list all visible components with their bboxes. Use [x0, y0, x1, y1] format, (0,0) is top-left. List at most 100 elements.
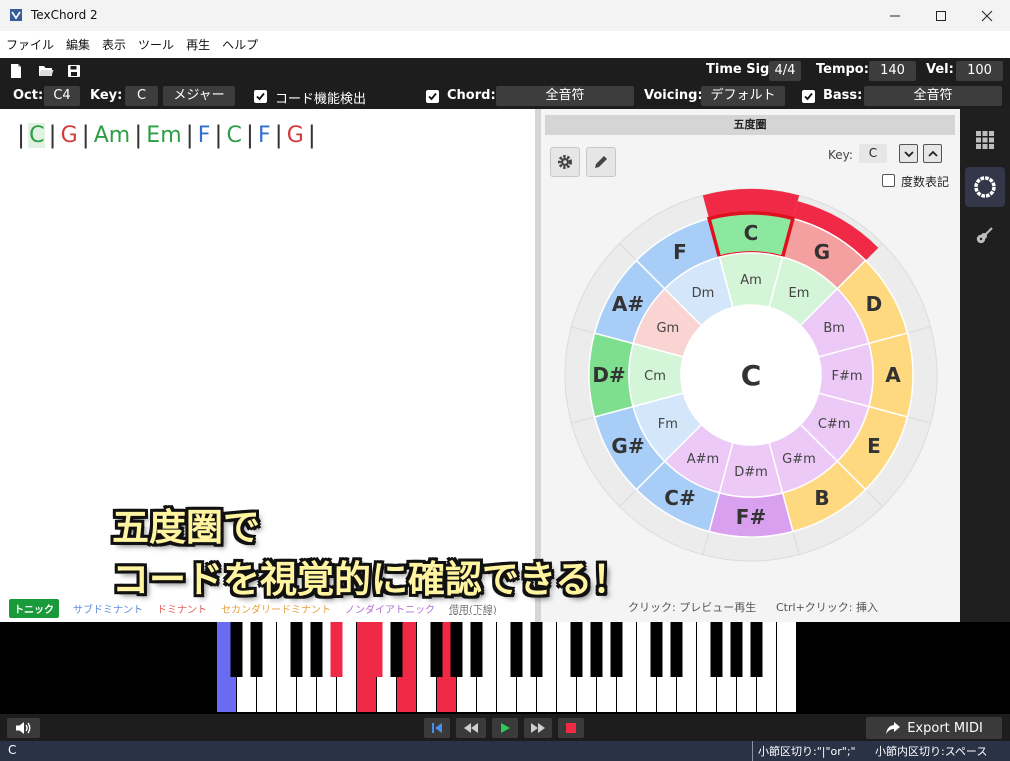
piano-black-key[interactable] — [670, 622, 683, 677]
tempo-label: Tempo: — [816, 62, 869, 77]
menu-play[interactable]: 再生 — [186, 36, 210, 53]
fast-forward-icon — [531, 723, 545, 733]
chord-token[interactable]: F — [257, 123, 272, 148]
chord-checkbox[interactable] — [426, 90, 439, 103]
voicing-select[interactable]: デフォルト — [701, 86, 785, 106]
piano-black-key[interactable] — [590, 622, 603, 677]
piano-black-key[interactable] — [510, 622, 523, 677]
velocity-input[interactable]: 100 — [956, 61, 1003, 81]
minimize-icon — [890, 15, 900, 16]
velocity-label: Vel: — [926, 62, 954, 77]
bass-duration-select[interactable]: 全音符 — [864, 86, 1002, 106]
piano-black-key[interactable] — [370, 622, 383, 677]
sidebar-circle-button[interactable] — [965, 167, 1005, 207]
major-key-label: D — [866, 292, 883, 316]
chord-progression[interactable]: | C | G | Am | Em | F | C | F | G | — [14, 120, 319, 150]
stop-button[interactable] — [558, 718, 584, 738]
edit-button[interactable] — [586, 147, 616, 177]
close-button[interactable] — [964, 0, 1010, 31]
degree-checkbox[interactable] — [882, 174, 895, 187]
sidebar-guitar-button[interactable] — [965, 215, 1005, 255]
chord-token[interactable]: G — [60, 123, 79, 148]
guitar-icon — [976, 227, 993, 244]
chord-token[interactable]: Am — [93, 123, 131, 148]
piano-black-key[interactable] — [530, 622, 543, 677]
piano-black-key[interactable] — [390, 622, 403, 677]
minor-key-label: C#m — [818, 417, 851, 432]
piano-black-key[interactable] — [570, 622, 583, 677]
menu-tools[interactable]: ツール — [138, 36, 174, 53]
skip-start-icon — [432, 723, 442, 733]
piano-black-key[interactable] — [310, 622, 323, 677]
check-icon — [804, 92, 813, 101]
go-start-button[interactable] — [424, 718, 450, 738]
piano-black-key[interactable] — [750, 622, 763, 677]
key-down-button[interactable] — [899, 144, 918, 163]
mode-select[interactable]: メジャー — [163, 86, 235, 106]
menu-file[interactable]: ファイル — [6, 36, 54, 53]
open-folder-icon[interactable] — [38, 63, 54, 79]
new-file-icon[interactable] — [8, 63, 24, 79]
piano-black-key[interactable] — [330, 622, 343, 677]
piano-black-key[interactable] — [290, 622, 303, 677]
chord-token[interactable]: G — [286, 123, 305, 148]
key-label: Key: — [90, 88, 123, 103]
piano-keyboard[interactable] — [0, 622, 1010, 714]
play-button[interactable] — [492, 718, 518, 738]
app-icon — [10, 9, 22, 21]
status-inner-separator-hint: 小節内区切り:スペース — [875, 745, 988, 758]
piano-black-key[interactable] — [710, 622, 723, 677]
detect-checkbox[interactable] — [254, 90, 267, 103]
legend-nondiatonic: ノンダイアトニック — [345, 605, 435, 616]
circle-of-fifths: C G D A E B F# C# G# D# A# F Am Em Bm F#m C#m G#m D#m A#m Fm… — [564, 188, 938, 562]
menu-help[interactable]: ヘルプ — [222, 36, 258, 53]
chord-token[interactable]: F — [197, 123, 212, 148]
piano-black-key[interactable] — [610, 622, 623, 677]
piano-black-key[interactable] — [450, 622, 463, 677]
panel-title: 五度圏 — [545, 115, 955, 135]
bass-checkbox[interactable] — [802, 90, 815, 103]
key-select[interactable]: C — [125, 86, 158, 106]
sidebar-grid-button[interactable] — [965, 120, 1005, 160]
menu-edit[interactable]: 編集 — [66, 36, 90, 53]
piano-black-key[interactable] — [730, 622, 743, 677]
piano-black-key[interactable] — [650, 622, 663, 677]
save-icon[interactable] — [66, 63, 82, 79]
rewind-icon — [464, 723, 478, 733]
minor-key-label: D#m — [734, 465, 768, 480]
volume-button[interactable] — [7, 718, 40, 738]
piano-black-key[interactable] — [230, 622, 243, 677]
bar-line: | — [134, 121, 143, 149]
fast-forward-button[interactable] — [524, 718, 552, 738]
menu-view[interactable]: 表示 — [102, 36, 126, 53]
chord-toolbar: Oct: C4 Key: C メジャー コード機能検出 Chord: 全音符 V… — [0, 84, 1010, 109]
piano-black-key[interactable] — [250, 622, 263, 677]
maximize-button[interactable] — [918, 0, 964, 31]
chord-duration-select[interactable]: 全音符 — [496, 86, 634, 106]
caption-line-2: コードを視覚的に確認できる！ — [112, 558, 630, 601]
transport-bar: Export MIDI — [0, 714, 1010, 741]
time-sig-input[interactable]: 4/4 — [769, 61, 801, 81]
bar-line: | — [48, 121, 57, 149]
minor-key-label: Fm — [658, 417, 678, 432]
chord-token[interactable]: Em — [145, 123, 182, 148]
piano-black-key[interactable] — [470, 622, 483, 677]
chord-editor[interactable]: | C | G | Am | Em | F | C | F | G | — [0, 109, 537, 622]
export-midi-button[interactable]: Export MIDI — [866, 717, 1002, 739]
chevron-down-icon — [903, 150, 914, 157]
piano-black-key[interactable] — [430, 622, 443, 677]
minor-key-label: F#m — [831, 369, 862, 384]
legend-borrowed: 借用(下線) — [449, 605, 497, 616]
settings-button[interactable] — [550, 147, 580, 177]
oct-select[interactable]: C4 — [44, 86, 80, 106]
major-key-label: G — [814, 240, 830, 264]
key-up-button[interactable] — [923, 144, 942, 163]
minimize-button[interactable] — [872, 0, 918, 31]
bar-line: | — [17, 121, 26, 149]
tempo-input[interactable]: 140 — [869, 61, 916, 81]
rewind-button[interactable] — [456, 718, 486, 738]
piano-white-key[interactable] — [777, 622, 796, 712]
chord-token[interactable]: C — [28, 122, 46, 148]
chord-token[interactable]: C — [225, 123, 242, 148]
major-key-label: F# — [736, 505, 766, 529]
